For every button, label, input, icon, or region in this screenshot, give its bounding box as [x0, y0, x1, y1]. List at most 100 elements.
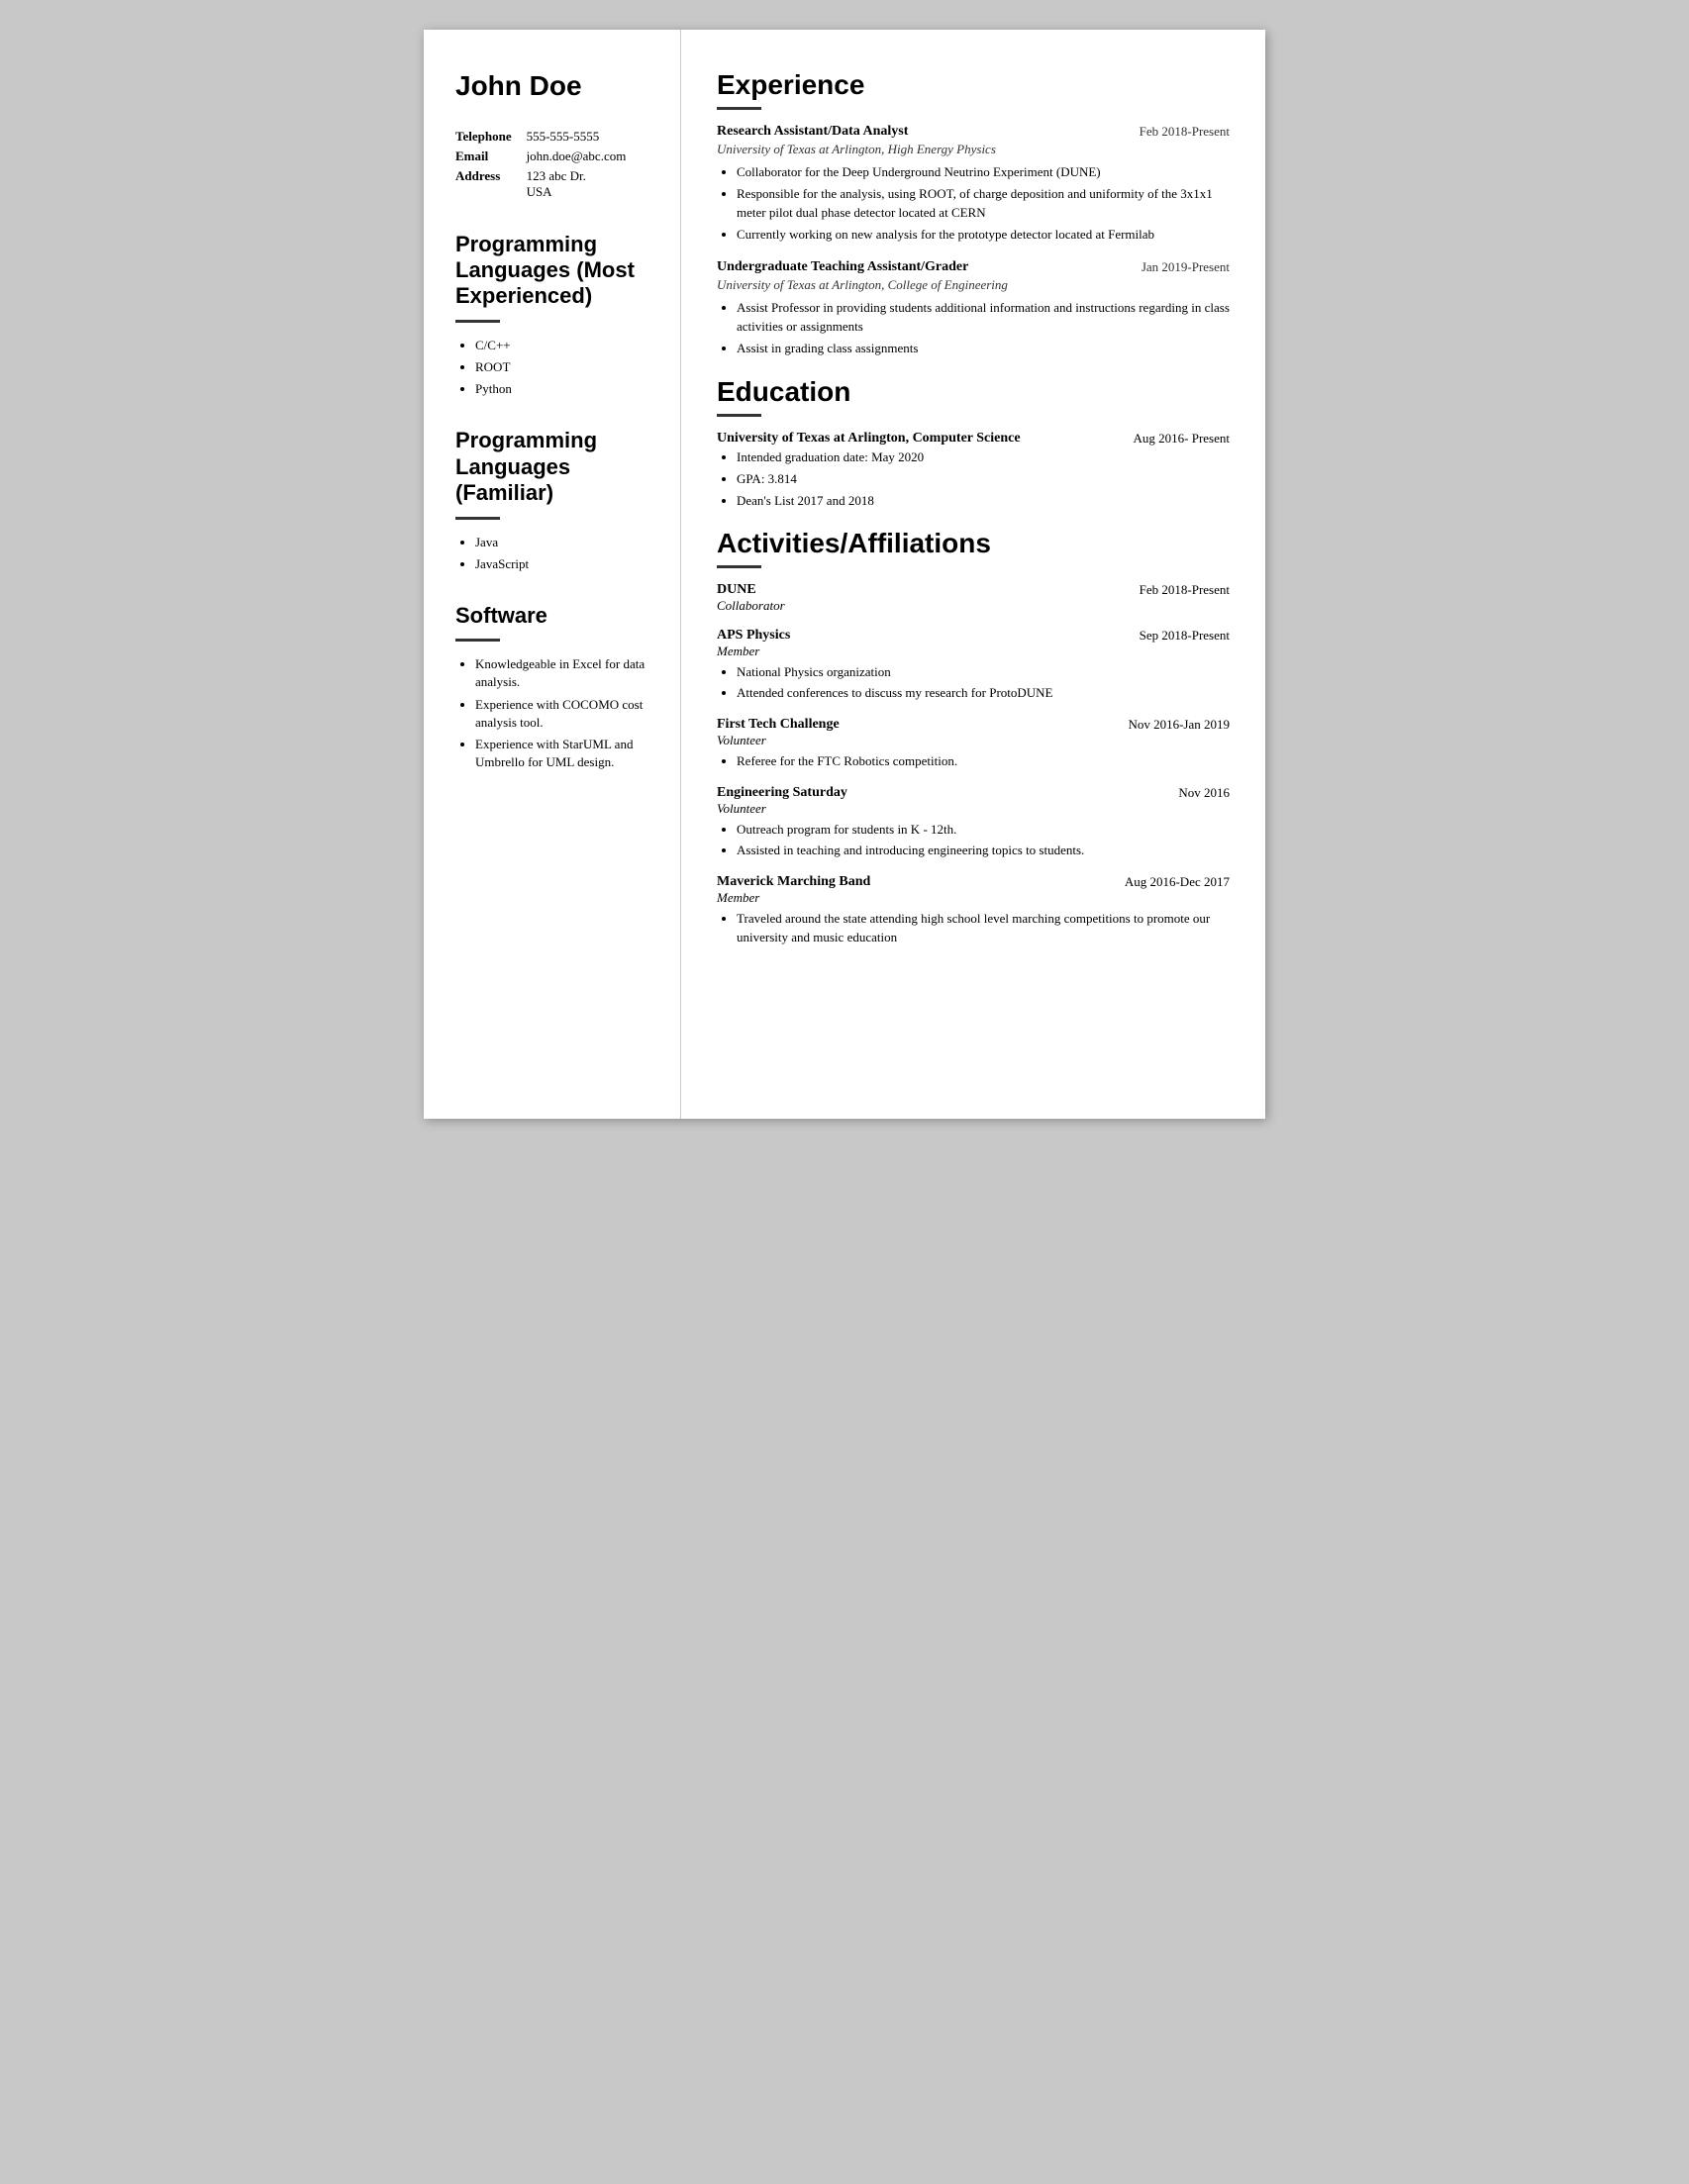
education-divider [717, 414, 761, 417]
job-bullets: Assist Professor in providing students a… [717, 299, 1230, 358]
software-title: Software [455, 603, 652, 629]
activities-section: Activities/Affiliations DUNE Feb 2018-Pre… [717, 528, 1230, 946]
edu-date: Aug 2016- Present [1134, 431, 1231, 447]
prog-familiar-divider [455, 517, 500, 520]
activity-date: Sep 2018-Present [1140, 628, 1230, 644]
list-item: Python [475, 380, 652, 398]
telephone-value: 555-555-5555 [527, 127, 652, 147]
address-label: Address [455, 166, 527, 202]
edu-header: University of Texas at Arlington, Comput… [717, 431, 1230, 447]
job-title: Research Assistant/Data Analyst [717, 124, 1130, 140]
job-subtitle: University of Texas at Arlington, High E… [717, 142, 1230, 157]
list-item: Dean's List 2017 and 2018 [737, 492, 1230, 511]
prog-most-title: Programming Languages (Most Experienced) [455, 232, 652, 310]
list-item: Assist in grading class assignments [737, 340, 1230, 358]
list-item: Experience with COCOMO cost analysis too… [475, 696, 652, 732]
activity-bullets: Outreach program for students in K - 12t… [717, 821, 1230, 860]
list-item: Attended conferences to discuss my resea… [737, 684, 1230, 703]
list-item: JavaScript [475, 555, 652, 573]
activity-title: First Tech Challenge [717, 717, 840, 733]
activity-date: Aug 2016-Dec 2017 [1125, 874, 1230, 890]
name-section: John Doe Telephone 555-555-5555 Email jo… [455, 69, 652, 202]
edu-bullets: Intended graduation date: May 2020GPA: 3… [717, 448, 1230, 511]
list-item: ROOT [475, 358, 652, 376]
activity-entry: APS Physics Sep 2018-PresentMember Nationa… [717, 628, 1230, 703]
list-item: Java [475, 534, 652, 551]
activity-header: DUNE Feb 2018-Present [717, 582, 1230, 598]
activity-header: Engineering Saturday Nov 2016 [717, 785, 1230, 801]
activity-title: APS Physics [717, 628, 790, 644]
prog-familiar-list: Java JavaScript [455, 534, 652, 573]
address-value: 123 abc Dr. USA [527, 166, 652, 202]
address-row: Address 123 abc Dr. USA [455, 166, 652, 202]
email-row: Email john.doe@abc.com [455, 147, 652, 166]
experience-title: Experience [717, 69, 1230, 101]
activity-entry: First Tech Challenge Nov 2016-Jan 2019Vol… [717, 717, 1230, 771]
activity-date: Nov 2016-Jan 2019 [1128, 717, 1230, 733]
list-item: C/C++ [475, 337, 652, 354]
list-item: Assist Professor in providing students a… [737, 299, 1230, 337]
education-title: Education [717, 376, 1230, 408]
edu-title: University of Texas at Arlington, Comput… [717, 431, 1124, 447]
list-item: Experience with StarUML and Umbrello for… [475, 736, 652, 771]
prog-most-divider [455, 320, 500, 323]
edu-entry: University of Texas at Arlington, Comput… [717, 431, 1230, 511]
activity-entry: Maverick Marching Band Aug 2016-Dec 2017M… [717, 874, 1230, 947]
resume-page: John Doe Telephone 555-555-5555 Email jo… [424, 30, 1265, 1119]
activity-date: Feb 2018-Present [1140, 582, 1230, 598]
activity-header: APS Physics Sep 2018-Present [717, 628, 1230, 644]
activity-date: Nov 2016 [1178, 785, 1230, 801]
job-header: Undergraduate Teaching Assistant/Grader J… [717, 259, 1230, 275]
list-item: Assisted in teaching and introducing eng… [737, 842, 1230, 860]
activity-title: Maverick Marching Band [717, 874, 870, 890]
list-item: Knowledgeable in Excel for data analysis… [475, 655, 652, 691]
prog-familiar-title: Programming Languages (Familiar) [455, 428, 652, 506]
job-entry: Research Assistant/Data Analyst Feb 2018-… [717, 124, 1230, 244]
experience-section: Experience Research Assistant/Data Analy… [717, 69, 1230, 358]
telephone-label: Telephone [455, 127, 527, 147]
list-item: Responsible for the analysis, using ROOT… [737, 185, 1230, 223]
right-column: Experience Research Assistant/Data Analy… [681, 30, 1265, 1119]
list-item: Traveled around the state attending high… [737, 910, 1230, 947]
activity-subtitle: Member [717, 644, 1230, 659]
list-item: Currently working on new analysis for th… [737, 226, 1230, 245]
activities-divider [717, 565, 761, 568]
list-item: GPA: 3.814 [737, 470, 1230, 489]
contact-table: Telephone 555-555-5555 Email john.doe@ab… [455, 127, 652, 202]
education-container: University of Texas at Arlington, Comput… [717, 431, 1230, 511]
activity-entry: Engineering Saturday Nov 2016Volunteer Out… [717, 785, 1230, 860]
education-section: Education University of Texas at Arlingt… [717, 376, 1230, 511]
list-item: National Physics organization [737, 663, 1230, 682]
activity-entry: DUNE Feb 2018-PresentCollaborator [717, 582, 1230, 614]
telephone-row: Telephone 555-555-5555 [455, 127, 652, 147]
activity-subtitle: Volunteer [717, 801, 1230, 817]
experience-divider [717, 107, 761, 110]
activity-header: Maverick Marching Band Aug 2016-Dec 2017 [717, 874, 1230, 890]
jobs-container: Research Assistant/Data Analyst Feb 2018-… [717, 124, 1230, 358]
software-divider [455, 639, 500, 642]
activity-subtitle: Volunteer [717, 733, 1230, 748]
activity-title: DUNE [717, 582, 756, 598]
email-label: Email [455, 147, 527, 166]
job-subtitle: University of Texas at Arlington, Colleg… [717, 277, 1230, 293]
email-value: john.doe@abc.com [527, 147, 652, 166]
software-list: Knowledgeable in Excel for data analysis… [455, 655, 652, 771]
prog-most-list: C/C++ ROOT Python [455, 337, 652, 399]
list-item: Outreach program for students in K - 12t… [737, 821, 1230, 840]
job-header: Research Assistant/Data Analyst Feb 2018-… [717, 124, 1230, 140]
job-date: Jan 2019-Present [1142, 259, 1230, 275]
activity-title: Engineering Saturday [717, 785, 847, 801]
job-title: Undergraduate Teaching Assistant/Grader [717, 259, 1132, 275]
activity-header: First Tech Challenge Nov 2016-Jan 2019 [717, 717, 1230, 733]
list-item: Collaborator for the Deep Underground Ne… [737, 163, 1230, 182]
job-date: Feb 2018-Present [1140, 124, 1230, 140]
list-item: Referee for the FTC Robotics competition… [737, 752, 1230, 771]
activities-container: DUNE Feb 2018-PresentCollaborator APS Phys… [717, 582, 1230, 946]
activities-title: Activities/Affiliations [717, 528, 1230, 559]
activity-bullets: Referee for the FTC Robotics competition… [717, 752, 1230, 771]
candidate-name: John Doe [455, 69, 652, 103]
activity-bullets: Traveled around the state attending high… [717, 910, 1230, 947]
activity-subtitle: Member [717, 890, 1230, 906]
activity-bullets: National Physics organization Attended co… [717, 663, 1230, 703]
activity-subtitle: Collaborator [717, 598, 1230, 614]
